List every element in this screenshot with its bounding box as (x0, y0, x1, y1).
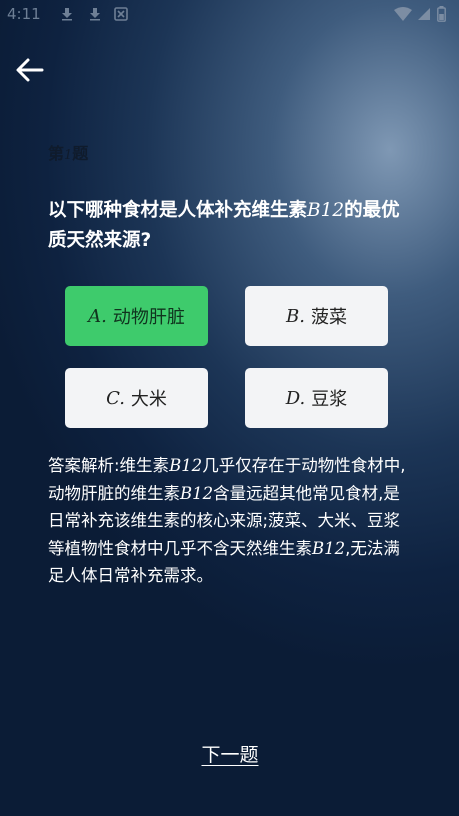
option-a[interactable]: A. 动物肝脏 (65, 286, 208, 346)
question-number: 第1题 (48, 144, 89, 163)
option-d-label: 豆浆 (311, 389, 348, 410)
wifi-icon (394, 7, 412, 21)
answer-explanation: 答案解析:维生素B12几乎仅存在于动物性食材中,动物肝脏的维生素B12含量远超其… (48, 456, 406, 585)
app-notification-icon (114, 7, 128, 21)
back-arrow-icon[interactable] (14, 55, 46, 85)
option-a-label: 动物肝脏 (112, 307, 185, 328)
signal-icon (418, 8, 430, 20)
option-c[interactable]: C. 大米 (65, 368, 208, 428)
option-b[interactable]: B. 菠菜 (245, 286, 388, 346)
question-text: 以下哪种食材是人体补充维生素B12的最优质天然来源? (48, 200, 400, 251)
battery-icon (437, 6, 446, 22)
option-c-label: 大米 (130, 389, 167, 410)
download-icon (62, 8, 72, 21)
next-question-button[interactable]: 下一题 (180, 740, 280, 767)
download-icon (90, 8, 100, 21)
status-time: 4:11 (7, 5, 41, 23)
option-b-label: 菠菜 (310, 307, 347, 328)
status-bar: 4:11 (0, 0, 459, 30)
option-d[interactable]: D. 豆浆 (245, 368, 388, 428)
